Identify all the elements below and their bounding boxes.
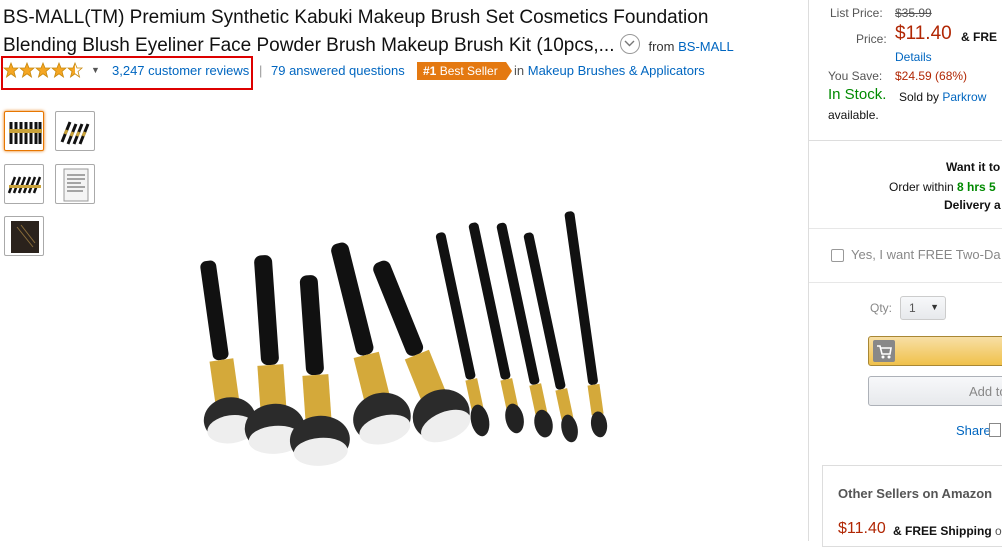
- order-within-time: 8 hrs 5: [957, 180, 996, 194]
- mail-icon[interactable]: [989, 423, 1001, 437]
- chevron-down-icon[interactable]: [620, 34, 641, 54]
- answered-questions-link[interactable]: 79 answered questions: [271, 63, 405, 78]
- brush-set-thumbnail-icon: [7, 176, 42, 194]
- free-shipping-text: & FRE: [961, 30, 997, 44]
- in-stock-status: In Stock.: [828, 86, 887, 103]
- list-price-label: List Price:: [830, 6, 883, 20]
- chevron-down-icon: ▼: [930, 302, 939, 312]
- thumbnail[interactable]: [4, 164, 44, 204]
- divider: [809, 228, 1002, 229]
- chevron-down-icon[interactable]: ▼: [91, 65, 100, 75]
- sold-by: Sold by Parkrow: [899, 90, 986, 104]
- in-label: in: [514, 63, 525, 78]
- quantity-select[interactable]: 1 ▼: [900, 296, 946, 320]
- other-sellers-title: Other Sellers on Amazon: [838, 486, 993, 501]
- divider: [809, 282, 1002, 283]
- from-label: from: [648, 39, 675, 54]
- delivery-text: Delivery a: [944, 198, 1001, 212]
- sold-by-label: Sold by: [899, 90, 940, 104]
- best-seller-badge[interactable]: #1 Best Seller: [417, 62, 512, 80]
- you-save-amount: $24.59 (68%): [895, 69, 968, 83]
- brand-link[interactable]: BS-MALL: [678, 39, 734, 54]
- want-it-heading: Want it to: [946, 160, 1001, 174]
- availability-text: available.: [828, 108, 879, 122]
- other-shipping-text: & FREE Shipping: [893, 524, 992, 538]
- free-shipping-label: & FRE: [961, 30, 997, 44]
- brand-byline: from BS-MALL: [648, 39, 733, 54]
- brush-pouch-thumbnail-icon: [11, 221, 39, 253]
- list-price: $35.99: [895, 6, 932, 20]
- add-to-cart-button[interactable]: [868, 336, 1002, 366]
- badge-rank: #1: [423, 64, 437, 78]
- price-label: Price:: [856, 32, 887, 46]
- star-rating[interactable]: [2, 61, 85, 83]
- two-day-label[interactable]: Yes, I want FREE Two-Da: [851, 247, 1001, 262]
- badge-text: Best Seller: [439, 64, 498, 78]
- thumbnail[interactable]: [4, 111, 44, 151]
- add-to-list-button[interactable]: Add to: [868, 376, 1002, 406]
- product-title-text-2: Blending Blush Eyeliner Face Powder Brus…: [3, 35, 615, 56]
- cart-icon: [873, 340, 895, 362]
- order-within-label: Order within: [889, 180, 954, 194]
- star-1: [2, 61, 20, 78]
- qty-label: Qty:: [870, 301, 893, 315]
- separator: |: [259, 63, 263, 78]
- share-link[interactable]: Share: [956, 423, 991, 438]
- star-5: [66, 61, 84, 78]
- category-link[interactable]: Makeup Brushes & Applicators: [528, 63, 705, 78]
- star-2: [18, 61, 36, 78]
- other-seller-shipping: & FREE Shipping on: [893, 524, 1002, 538]
- price: $11.40: [895, 23, 952, 44]
- order-within: Order within 8 hrs 5: [889, 180, 996, 194]
- two-day-checkbox[interactable]: [831, 249, 844, 262]
- thumbnail[interactable]: [55, 164, 95, 204]
- customer-reviews-link[interactable]: 3,247 customer reviews: [112, 63, 249, 78]
- brush-set-thumbnail-icon: [9, 122, 42, 144]
- star-3: [34, 61, 52, 78]
- qty-value: 1: [909, 301, 916, 315]
- other-shipping-suffix: on: [995, 524, 1002, 538]
- badge-category: in Makeup Brushes & Applicators: [514, 63, 705, 78]
- thumbnail[interactable]: [55, 111, 95, 151]
- details-link[interactable]: Details: [895, 50, 932, 64]
- stars-icon: [2, 61, 84, 78]
- brush-set-thumbnail-icon: [60, 121, 90, 145]
- brush-set-image: [200, 211, 608, 466]
- product-title: BS-MALL(TM) Premium Synthetic Kabuki Mak…: [3, 4, 803, 61]
- package-card-thumbnail-icon: [63, 168, 89, 202]
- star-4: [50, 61, 68, 78]
- thumbnail[interactable]: [4, 216, 44, 256]
- other-seller-price[interactable]: $11.40: [838, 520, 886, 538]
- product-title-line-1: BS-MALL(TM) Premium Synthetic Kabuki Mak…: [3, 7, 709, 28]
- you-save-label: You Save:: [828, 69, 883, 83]
- main-product-image[interactable]: [160, 200, 640, 500]
- seller-link[interactable]: Parkrow: [942, 90, 986, 104]
